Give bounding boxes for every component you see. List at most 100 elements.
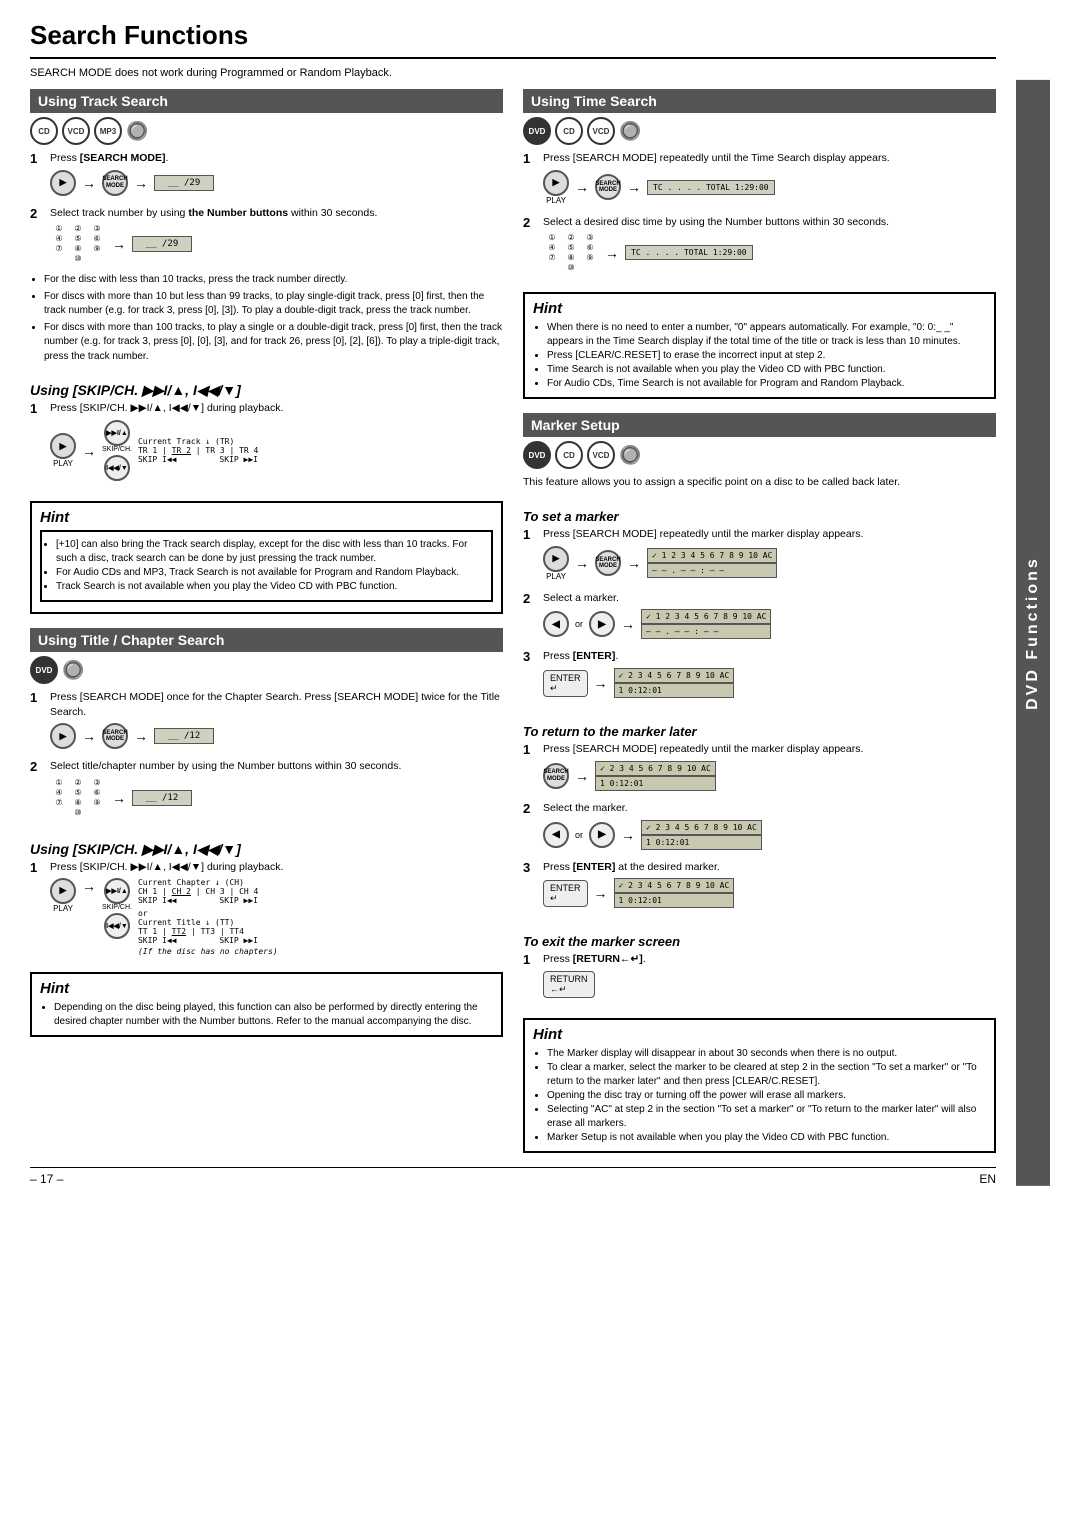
skip-next-btn: I◀◀/▼: [104, 455, 130, 481]
page-suffix: EN: [979, 1172, 996, 1186]
play-btn5: ▶: [543, 546, 569, 572]
title-chapter-step2: 2 Select title/chapter number by using t…: [30, 759, 503, 821]
enter-btn-icon: ENTER↵: [543, 670, 588, 697]
time-step2-diagram: ①②③ ④⑤⑥ ⑦⑧⑨ ⑩ → TC . . . . TOTAL 1:29:00: [543, 233, 996, 272]
dvd-icon2: DVD: [523, 441, 551, 469]
skip-diagram: ▶ PLAY → ▶▶I/▲ SKIP/CH. I◀◀/▼: [50, 420, 503, 481]
marker-setup-section: Marker Setup DVD CD VCD 🔘 This feature a…: [523, 413, 996, 493]
skip-prev-btn: ▶▶I/▲: [104, 420, 130, 446]
skip-ch-2-step1: 1 Press [SKIP/CH. ▶▶I/▲, I◀◀/▼] during p…: [30, 860, 503, 956]
hint-time-title: Hint: [533, 300, 986, 317]
sm-display3: ✓ 2 3 4 5 6 7 8 9 10 AC: [614, 668, 735, 683]
exit-step1: 1 Press [RETURN←↵]. RETURN←↵: [523, 952, 996, 1002]
rm-display1b: 1 0:12:01: [595, 776, 716, 791]
hint1-item: [+10] can also bring the Track search di…: [56, 538, 483, 566]
tc-step2-text: Select title/chapter number by using the…: [50, 759, 503, 774]
track-search-discs: CD VCD MP3 🔘: [30, 117, 503, 145]
time-step2-text: Select a desired disc time by using the …: [543, 215, 996, 230]
hint-time-box: Hint When there is no need to enter a nu…: [523, 292, 996, 399]
return-step1: 1 Press [SEARCH MODE] repeatedly until t…: [523, 742, 996, 795]
intro-text: SEARCH MODE does not work during Program…: [30, 67, 996, 79]
play-btn3: ▶: [50, 878, 76, 904]
cd-icon: CD: [555, 117, 583, 145]
marker-setup-header: Marker Setup: [523, 413, 996, 437]
bullet-item: For discs with more than 10 but less tha…: [44, 290, 503, 319]
play-col: ▶ PLAY: [50, 433, 76, 468]
disc-player-icon: 🔘: [126, 121, 148, 142]
step2-diagram: ①②③ ④⑤⑥ ⑦⑧⑨ ⑩ → __ /29: [50, 224, 503, 263]
set-marker-title: To set a marker: [523, 509, 996, 524]
hint-time-item: For Audio CDs, Time Search is not availa…: [547, 377, 986, 391]
set-marker-step1: 1 Press [SEARCH MODE] repeatedly until t…: [523, 527, 996, 585]
marker-discs: DVD CD VCD 🔘: [523, 441, 996, 469]
hint-marker-item: Opening the disc tray or turning off the…: [547, 1089, 986, 1103]
return-step2: 2 Select the marker. ◀ or ▶ → ✓ 2 3 4 5 …: [523, 801, 996, 854]
time-step1: 1 Press [SEARCH MODE] repeatedly until t…: [523, 151, 996, 209]
time-search-section: Using Time Search DVD CD VCD 🔘 1 Press […: [523, 89, 996, 282]
track-search-bullets: For the disc with less than 10 tracks, p…: [30, 273, 503, 364]
vcd-disc-icon: VCD: [62, 117, 90, 145]
time-search-discs: DVD CD VCD 🔘: [523, 117, 996, 145]
disc-player-icon4: 🔘: [619, 445, 641, 466]
time-search-header: Using Time Search: [523, 89, 996, 113]
track-search-header: Using Track Search: [30, 89, 503, 113]
hint-time-item: Time Search is not available when you pl…: [547, 363, 986, 377]
hint-time-item: Press [CLEAR/C.RESET] to erase the incor…: [547, 349, 986, 363]
play-button-icon: ▶: [50, 170, 76, 196]
exit-marker-title: To exit the marker screen: [523, 934, 996, 949]
left-column: Using Track Search CD VCD MP3 🔘 1 Press …: [30, 89, 503, 1157]
step1-num: 1: [30, 690, 44, 705]
hint-time-list: When there is no need to enter a number,…: [533, 321, 986, 391]
right-column: Using Time Search DVD CD VCD 🔘 1 Press […: [523, 89, 996, 1157]
step1-diagram: ▶ → SEARCHMODE → __ /29: [50, 170, 503, 196]
hint-time-item: When there is no need to enter a number,…: [547, 321, 986, 349]
vcd-icon2: VCD: [587, 441, 615, 469]
sm-step3-text: Press [ENTER].: [543, 649, 996, 664]
sm-step1-text: Press [SEARCH MODE] repeatedly until the…: [543, 527, 996, 542]
number-grid3: ①②③ ④⑤⑥ ⑦⑧⑨ ⑩: [543, 233, 599, 272]
skip-ch-2-section: Using [SKIP/CH. ▶▶I/▲, I◀◀/▼] 1 Press [S…: [30, 837, 503, 962]
time-display1: TC . . . . TOTAL 1:29:00: [647, 180, 775, 195]
search-btn4: SEARCHMODE: [595, 550, 621, 576]
dvd-disc-icon: DVD: [30, 656, 58, 684]
search-mode-button-icon: SEARCHMODE: [102, 170, 128, 196]
set-marker-section: To set a marker 1 Press [SEARCH MODE] re…: [523, 503, 996, 708]
hint2-item: Depending on the disc being played, this…: [54, 1001, 493, 1029]
rm-step2-text: Select the marker.: [543, 801, 996, 816]
page-number: – 17 –: [30, 1172, 63, 1186]
play-btn2: ▶: [50, 723, 76, 749]
sm-display3b: 1 0:12:01: [614, 683, 735, 698]
arrow-icon: →: [82, 175, 96, 191]
arrow-icon3: →: [112, 236, 126, 252]
rm-display1: ✓ 2 3 4 5 6 7 8 9 10 AC: [595, 761, 716, 776]
time-step2: 2 Select a desired disc time by using th…: [523, 215, 996, 277]
enter-btn-icon2: ENTER↵: [543, 880, 588, 907]
rm-step3-text: Press [ENTER] at the desired marker.: [543, 860, 996, 875]
return-marker-title: To return to the marker later: [523, 724, 996, 739]
step2-display: __ /29: [132, 236, 192, 252]
exit-step1-text: Press [RETURN←↵].: [543, 952, 996, 967]
hint-marker-title: Hint: [533, 1026, 986, 1043]
sm-display1b: – – . – – : – –: [647, 563, 777, 578]
skip2-text: Press [SKIP/CH. ▶▶I/▲, I◀◀/▼] during pla…: [50, 860, 503, 875]
mp3-disc-icon: MP3: [94, 117, 122, 145]
set-marker-step2: 2 Select a marker. ◀ or ▶ → ✓ 1 2 3 4 5 …: [523, 591, 996, 644]
hint-marker-item: Marker Setup is not available when you p…: [547, 1131, 986, 1145]
hint-marker-box: Hint The Marker display will disappear i…: [523, 1018, 996, 1153]
next-btn: ▶: [589, 611, 615, 637]
cd-disc-icon: CD: [30, 117, 58, 145]
step2-text: Select track number by using the Number …: [50, 206, 503, 221]
cd-icon2: CD: [555, 441, 583, 469]
hint2-title: Hint: [40, 980, 493, 997]
vcd-icon: VCD: [587, 117, 615, 145]
bottom-bar: – 17 – EN: [30, 1167, 996, 1186]
skip-ch-1-section: Using [SKIP/CH. ▶▶I/▲, I◀◀/▼] 1 Press [S…: [30, 378, 503, 491]
dvd-functions-tab: DVD Functions: [1016, 80, 1050, 1186]
time-step1-text: Press [SEARCH MODE] repeatedly until the…: [543, 151, 996, 166]
hint-marker-list: The Marker display will disappear in abo…: [533, 1047, 986, 1145]
sm-display1: ✓ 1 2 3 4 5 6 7 8 9 10 AC: [647, 548, 777, 563]
search-btn2: SEARCHMODE: [102, 723, 128, 749]
step2-num: 2: [30, 206, 44, 221]
tc-step2-diagram: ①②③ ④⑤⑥ ⑦⑧⑨ ⑩ → __ /12: [50, 778, 503, 817]
prev-btn2: ◀: [543, 822, 569, 848]
